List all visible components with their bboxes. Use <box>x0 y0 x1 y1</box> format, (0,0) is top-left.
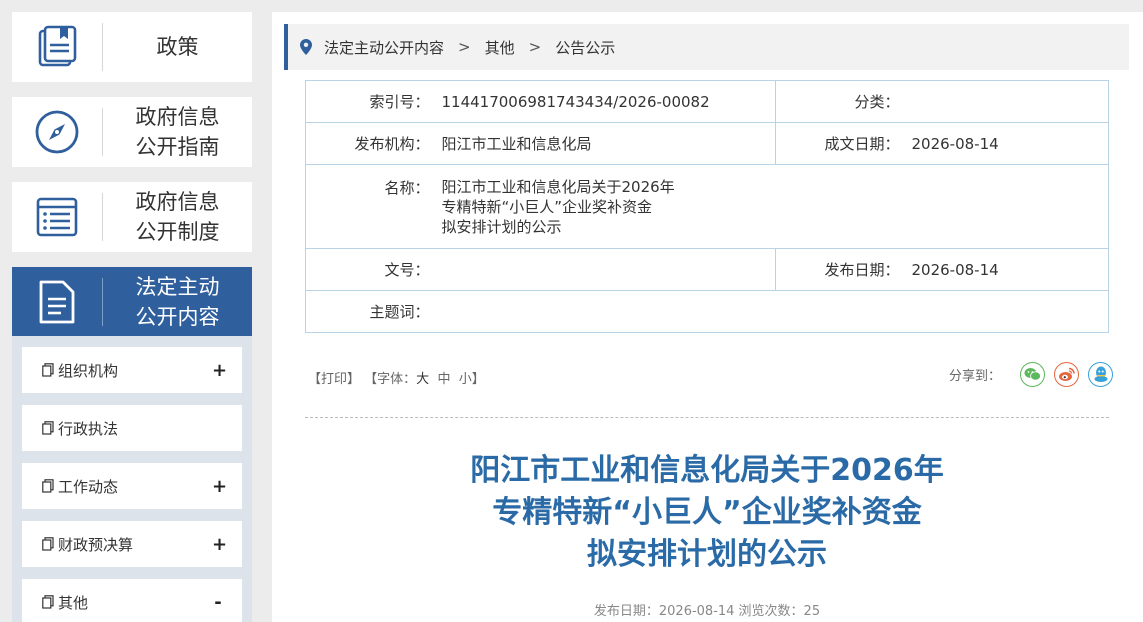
article-title-line-1: 阳江市工业和信息化局关于2026年 <box>470 453 944 488</box>
breadcrumb-separator: > <box>528 38 542 56</box>
sub-item-enforcement[interactable]: 行政执法 <box>22 405 242 451</box>
written-date-value: 2026-08-14 <box>903 122 1109 165</box>
font-large-button[interactable]: 大 <box>416 372 429 387</box>
written-date-label: 成文日期： <box>775 122 904 165</box>
name-line-2: 专精特新“小巨人”企业奖补资金 <box>441 198 653 216</box>
nav-label-line-2: 公开指南 <box>135 135 220 159</box>
nav-label-line-1: 法定主动 <box>135 275 220 299</box>
nav-disclosure-system[interactable]: 政府信息 公开制度 <box>12 182 252 252</box>
breadcrumb-link-notice[interactable]: 公告公示 <box>555 37 615 58</box>
breadcrumb-link-statutory[interactable]: 法定主动公开内容 <box>324 37 444 58</box>
weibo-icon <box>1059 367 1075 381</box>
publish-date-value: 2026-08-14 <box>903 248 1109 291</box>
doc-number-value <box>433 248 776 291</box>
nav-label-line-2: 公开制度 <box>135 220 220 244</box>
meta-row: 主题词： <box>305 290 1109 333</box>
doc-number-label: 文号： <box>305 248 434 291</box>
meta-row: 索引号： 114417006981743434/2026-00082 分类： <box>305 80 1109 123</box>
nav-label: 政府信息 公开指南 <box>103 102 252 162</box>
sub-item-label: 财政预决算 <box>58 535 134 554</box>
compass-icon <box>12 97 102 167</box>
nav-policy[interactable]: 政策 <box>12 12 252 82</box>
print-button[interactable]: 【打印】 <box>308 372 360 387</box>
nav-statutory-content[interactable]: 法定主动 公开内容 <box>12 267 252 337</box>
nav-label-line-2: 公开内容 <box>135 305 220 329</box>
copy-icon <box>42 595 54 609</box>
index-value: 114417006981743434/2026-00082 <box>433 80 776 123</box>
share-weibo-button[interactable] <box>1054 362 1079 387</box>
category-label: 分类： <box>775 80 904 123</box>
breadcrumb-link-other[interactable]: 其他 <box>485 37 515 58</box>
sub-item-label: 其他 <box>58 593 89 612</box>
expand-toggle[interactable]: + <box>212 360 227 381</box>
copy-icon <box>42 479 54 493</box>
sub-item-work-news[interactable]: 工作动态 + <box>22 463 242 509</box>
copy-icon <box>42 363 54 377</box>
name-line-1: 阳江市工业和信息化局关于2026年 <box>441 178 675 196</box>
document-meta-table: 索引号： 114417006981743434/2026-00082 分类： 发… <box>305 80 1109 333</box>
wechat-icon <box>1024 368 1041 381</box>
meta-row: 文号： 发布日期： 2026-08-14 <box>305 248 1109 291</box>
location-pin-icon <box>300 39 312 55</box>
name-label: 名称： <box>305 164 434 249</box>
font-size-prefix: 【字体： <box>364 372 417 387</box>
publisher-label: 发布机构： <box>305 122 434 165</box>
font-medium-button[interactable]: 中 <box>437 372 450 387</box>
main-content: 法定主动公开内容 > 其他 > 公告公示 索引号： 11441700698174… <box>272 12 1143 622</box>
copy-icon <box>42 421 54 435</box>
sub-menu: 组织机构 + 行政执法 工作动态 + 财政预决算 + 其他 - <box>12 336 252 622</box>
nav-disclosure-guide[interactable]: 政府信息 公开指南 <box>12 97 252 167</box>
expand-toggle[interactable]: + <box>212 476 227 497</box>
article-title-line-3: 拟安排计划的公示 <box>587 537 827 572</box>
share-label: 分享到： <box>948 369 1001 384</box>
article-title-line-2: 专精特新“小巨人”企业奖补资金 <box>492 495 922 530</box>
list-document-icon <box>12 182 102 252</box>
meta-row: 发布机构： 阳江市工业和信息化局 成文日期： 2026-08-14 <box>305 122 1109 165</box>
nav-label-line-1: 政府信息 <box>135 105 220 129</box>
share-qq-button[interactable] <box>1088 362 1113 387</box>
article-tools: 【打印】 【字体：大 中 小】 <box>308 368 485 387</box>
font-small-button[interactable]: 小 <box>459 372 472 387</box>
index-label: 索引号： <box>305 80 434 123</box>
keyword-value <box>433 290 1109 333</box>
sub-item-label: 工作动态 <box>58 477 119 496</box>
meta-row: 名称： 阳江市工业和信息化局关于2026年 专精特新“小巨人”企业奖补资金 拟安… <box>305 164 1109 249</box>
article-publish-info: 发布日期：2026-08-14 浏览次数：25 <box>593 604 821 619</box>
nav-label-line-1: 政策 <box>156 35 199 59</box>
sub-item-label: 组织机构 <box>58 361 119 380</box>
name-value: 阳江市工业和信息化局关于2026年 专精特新“小巨人”企业奖补资金 拟安排计划的… <box>433 164 1109 249</box>
breadcrumb: 法定主动公开内容 > 其他 > 公告公示 <box>284 24 1129 70</box>
publish-date-label: 发布日期： <box>775 248 904 291</box>
font-size-suffix: 】 <box>471 372 485 387</box>
name-line-3: 拟安排计划的公示 <box>441 218 562 236</box>
document-icon <box>12 267 102 337</box>
publisher-value: 阳江市工业和信息化局 <box>433 122 776 165</box>
expand-toggle[interactable]: + <box>212 534 227 555</box>
sub-item-budget[interactable]: 财政预决算 + <box>22 521 242 567</box>
qq-icon <box>1094 366 1107 382</box>
copy-icon <box>42 537 54 551</box>
share-wechat-button[interactable] <box>1020 362 1045 387</box>
collapse-toggle[interactable]: - <box>212 592 224 613</box>
sub-item-label: 行政执法 <box>58 419 119 438</box>
nav-label-line-1: 政府信息 <box>135 190 220 214</box>
keyword-label: 主题词： <box>305 290 434 333</box>
sub-item-other[interactable]: 其他 - <box>22 579 242 622</box>
sub-item-organization[interactable]: 组织机构 + <box>22 347 242 393</box>
share-bar: 分享到： <box>949 362 1113 387</box>
book-icon <box>12 12 102 82</box>
divider-dashed <box>305 417 1109 418</box>
nav-label: 政策 <box>103 32 252 62</box>
nav-label: 法定主动 公开内容 <box>103 272 252 332</box>
article-title: 阳江市工业和信息化局关于2026年 专精特新“小巨人”企业奖补资金 拟安排计划的… <box>305 450 1109 576</box>
breadcrumb-separator: > <box>458 38 471 56</box>
nav-label: 政府信息 公开制度 <box>103 187 252 247</box>
category-value <box>903 80 1109 123</box>
